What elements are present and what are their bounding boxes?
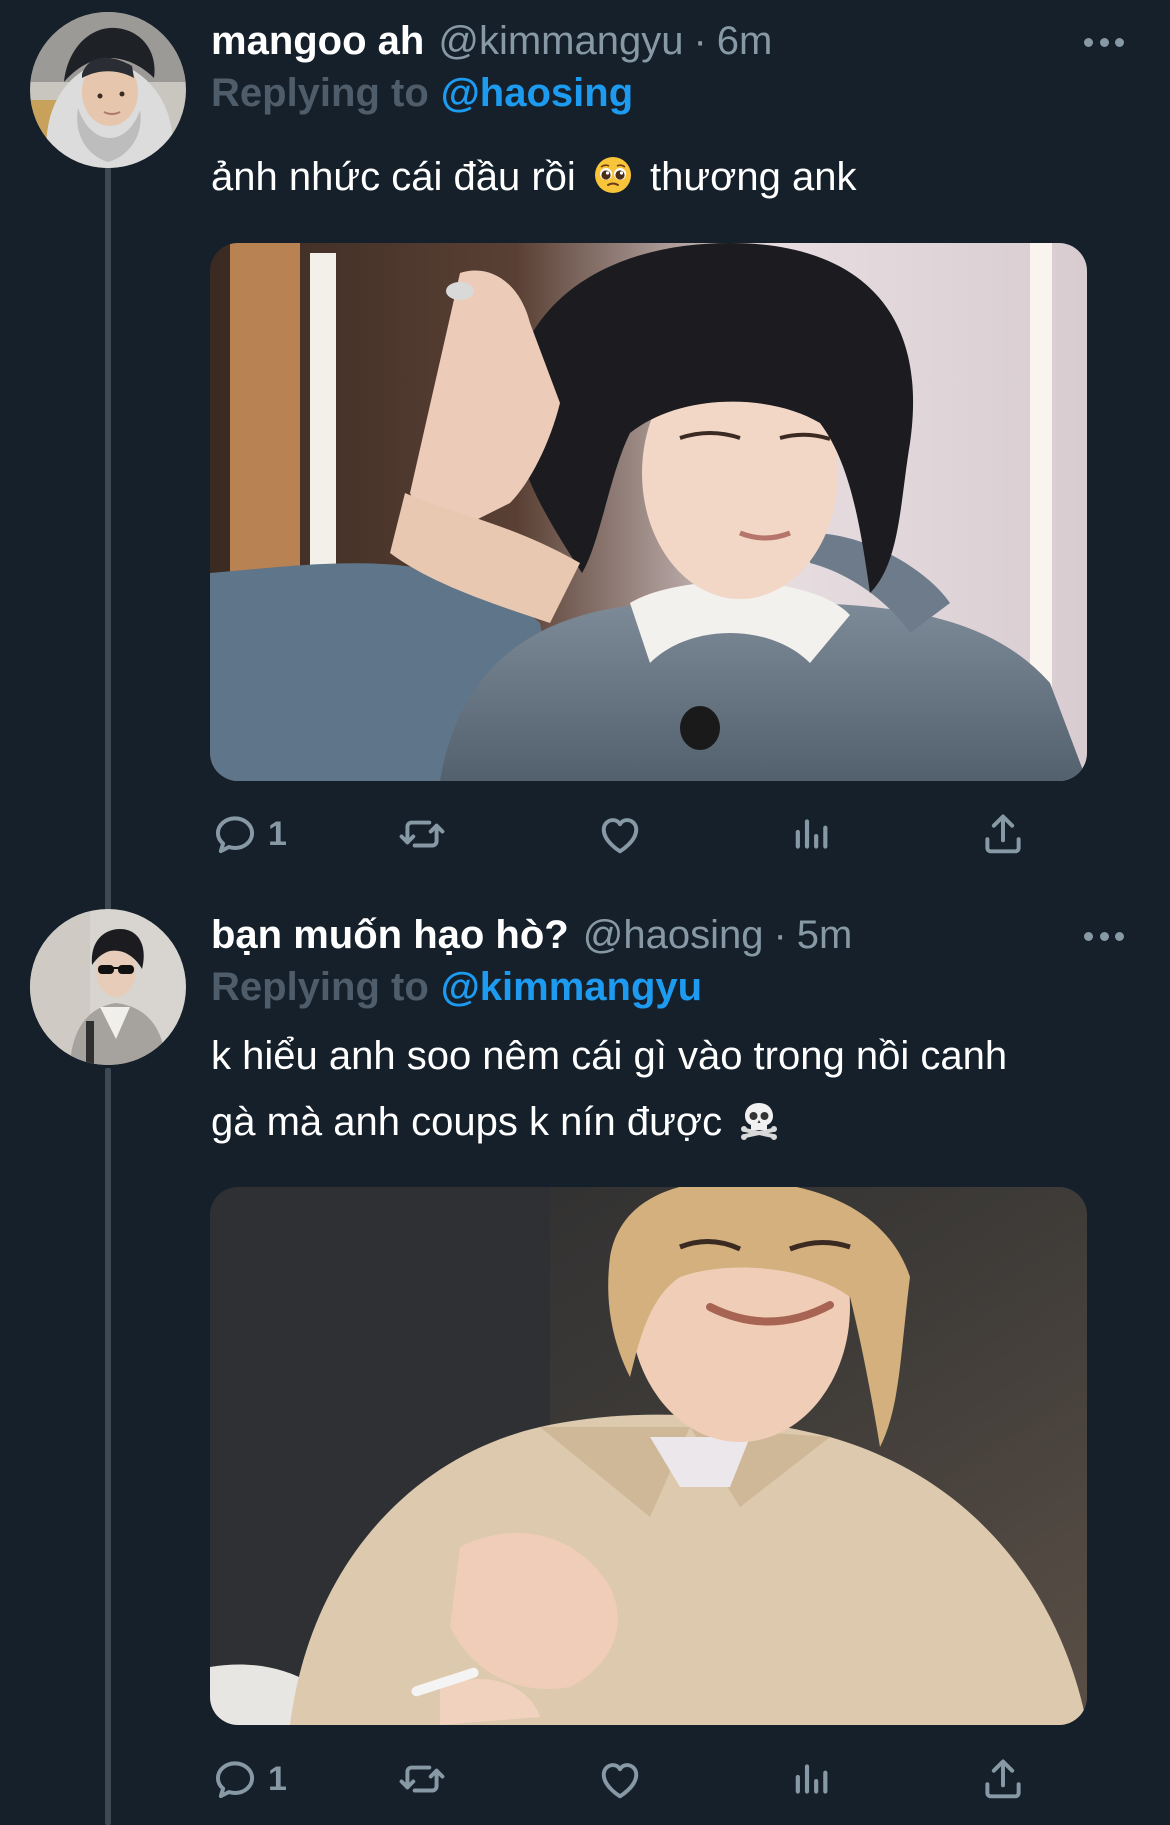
photo-image bbox=[210, 1187, 1087, 1725]
retweet-button[interactable] bbox=[397, 804, 447, 864]
replying-to-link[interactable]: @haosing bbox=[441, 71, 633, 116]
reply-icon bbox=[210, 1754, 260, 1804]
separator-dot: · bbox=[773, 912, 787, 957]
tweet-text-line: k hiểu anh soo nêm cái gì vào trong nồi … bbox=[211, 1034, 1008, 1078]
timestamp[interactable]: 5m bbox=[797, 913, 853, 958]
replying-to-label: Replying to bbox=[211, 964, 429, 1009]
reply-button[interactable]: 1 bbox=[210, 804, 287, 864]
separator-dot: · bbox=[693, 18, 707, 63]
share-icon bbox=[978, 809, 1028, 859]
user-handle[interactable]: @kimmangyu bbox=[438, 19, 683, 64]
avatar-haosing[interactable] bbox=[30, 909, 186, 1065]
share-icon bbox=[978, 1754, 1028, 1804]
like-button[interactable] bbox=[595, 1749, 645, 1809]
pleading-face-emoji bbox=[593, 155, 633, 195]
reply-count: 1 bbox=[268, 1759, 287, 1798]
analytics-button[interactable] bbox=[787, 1749, 837, 1809]
avatar-image bbox=[30, 12, 186, 168]
tweet-2[interactable]: bạn muốn hạo hò? @haosing · 5m Replying … bbox=[0, 880, 1170, 1825]
more-options-icon[interactable] bbox=[1084, 929, 1124, 943]
analytics-icon bbox=[787, 809, 837, 859]
replying-to-label: Replying to bbox=[211, 70, 429, 115]
display-name[interactable]: bạn muốn hạo hò? bbox=[211, 913, 569, 958]
analytics-icon bbox=[787, 1754, 837, 1804]
share-button[interactable] bbox=[978, 804, 1028, 864]
heart-icon bbox=[595, 809, 645, 859]
share-button[interactable] bbox=[978, 1749, 1028, 1809]
tweet-actions: 1 bbox=[210, 1749, 1040, 1809]
replying-to: Replying to @kimmangyu bbox=[211, 960, 702, 1014]
tweet-text: k hiểu anh soo nêm cái gì vào trong nồi … bbox=[211, 1023, 1131, 1155]
reply-thread: mangoo ah @kimmangyu · 6m Replying to @h… bbox=[0, 0, 1170, 1825]
retweet-icon bbox=[397, 809, 447, 859]
more-options-icon[interactable] bbox=[1084, 35, 1124, 49]
replying-to: Replying to @haosing bbox=[211, 66, 633, 120]
skull-crossbones-emoji bbox=[739, 1100, 779, 1141]
tweet-text-line-2: gà mà anh coups k nín được bbox=[211, 1089, 1131, 1155]
tweet-photo[interactable] bbox=[210, 243, 1087, 781]
tweet-text: ảnh nhức cái đầu rồi thương ank bbox=[211, 144, 1131, 210]
retweet-icon bbox=[397, 1754, 447, 1804]
tweet-text-part: thương ank bbox=[650, 155, 857, 199]
avatar-mangoo-ah[interactable] bbox=[30, 12, 186, 168]
tweet-text-part: ảnh nhức cái đầu rồi bbox=[211, 155, 576, 199]
reply-count: 1 bbox=[268, 814, 287, 853]
tweet-1[interactable]: mangoo ah @kimmangyu · 6m Replying to @h… bbox=[0, 0, 1170, 880]
heart-icon bbox=[595, 1754, 645, 1804]
replying-to-link[interactable]: @kimmangyu bbox=[441, 965, 702, 1010]
timestamp[interactable]: 6m bbox=[717, 19, 773, 64]
reply-button[interactable]: 1 bbox=[210, 1749, 287, 1809]
reply-icon bbox=[210, 809, 260, 859]
tweet-text-part: gà mà anh coups k nín được bbox=[211, 1100, 723, 1144]
user-handle[interactable]: @haosing bbox=[583, 913, 764, 958]
retweet-button[interactable] bbox=[397, 1749, 447, 1809]
avatar-image bbox=[30, 909, 186, 1065]
analytics-button[interactable] bbox=[787, 804, 837, 864]
display-name[interactable]: mangoo ah bbox=[211, 19, 424, 64]
tweet-actions: 1 bbox=[210, 804, 1040, 864]
tweet-header: bạn muốn hạo hò? @haosing · 5m bbox=[211, 907, 852, 963]
like-button[interactable] bbox=[595, 804, 645, 864]
photo-image bbox=[210, 243, 1087, 781]
tweet-header: mangoo ah @kimmangyu · 6m bbox=[211, 13, 772, 69]
tweet-photo[interactable] bbox=[210, 1187, 1087, 1725]
